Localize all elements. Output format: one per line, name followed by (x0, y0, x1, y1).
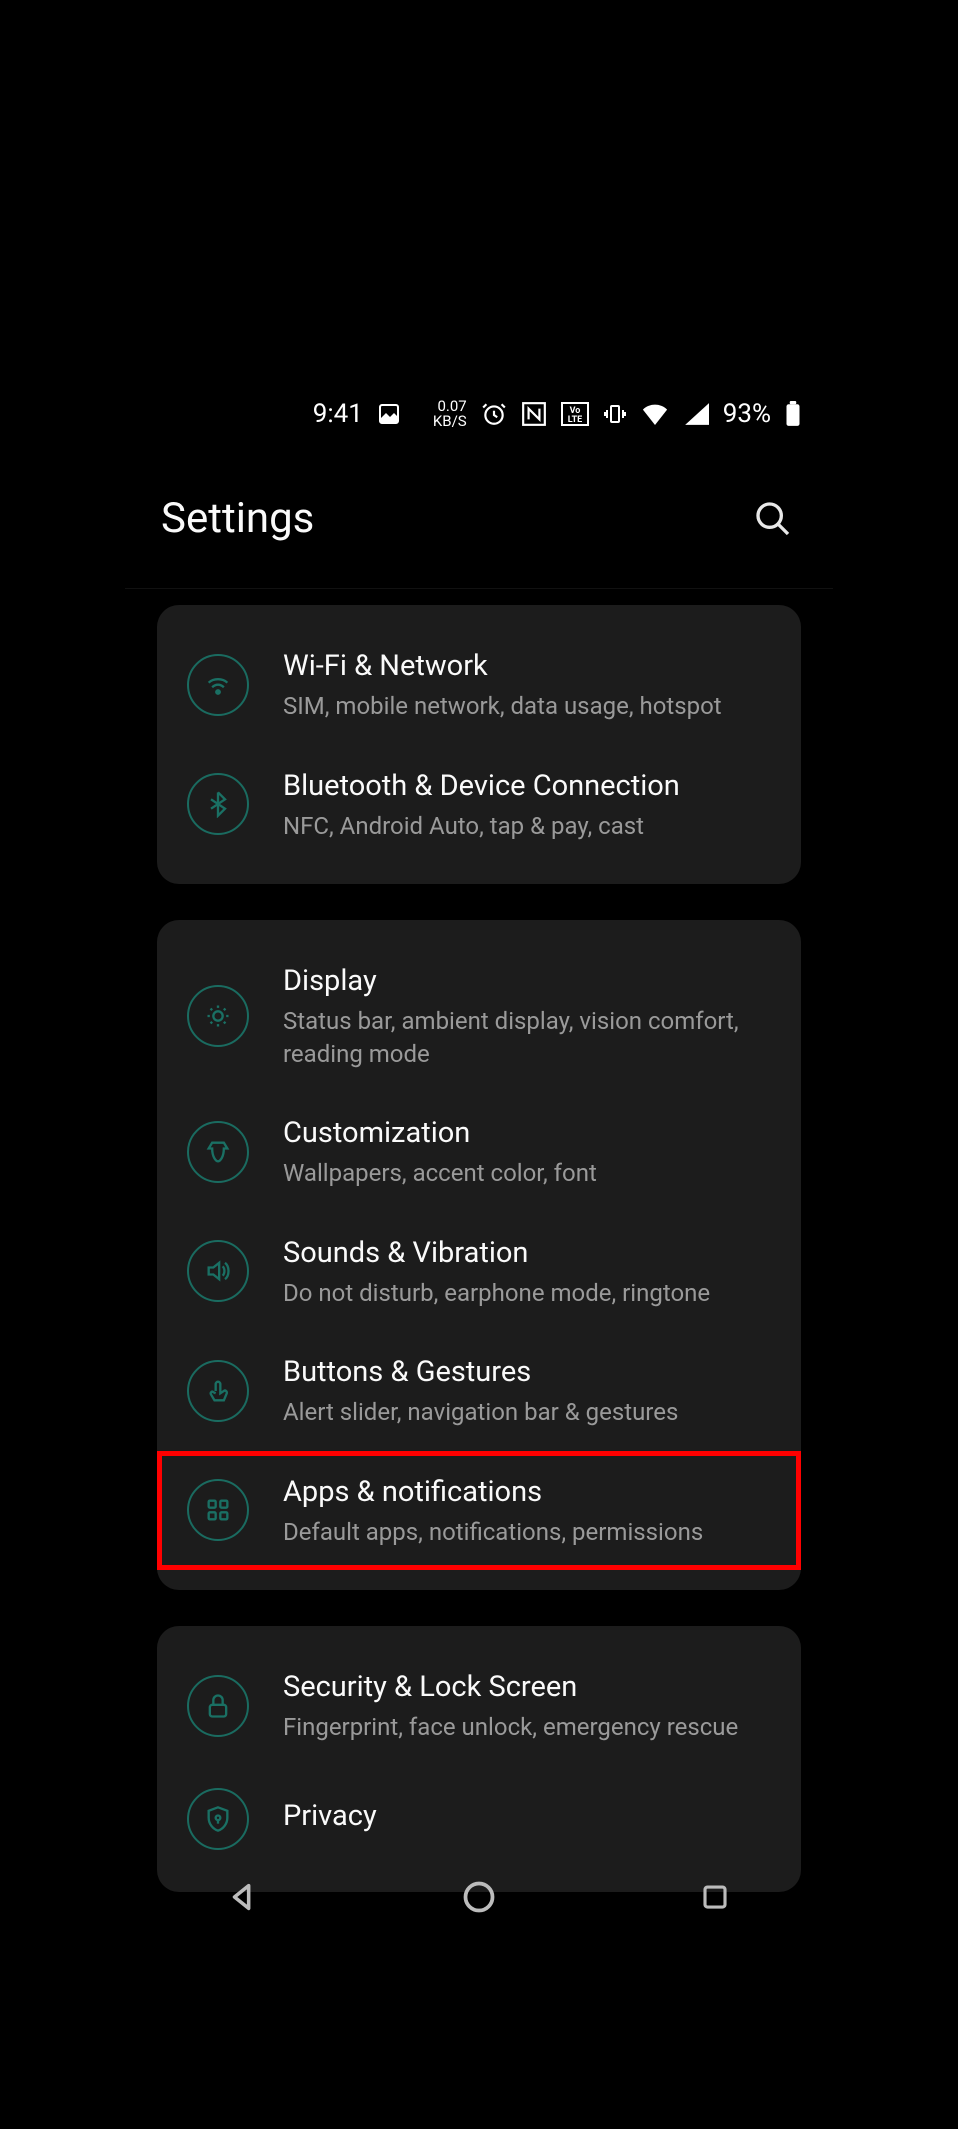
signal-icon: x (683, 403, 709, 425)
vibrate-icon (603, 402, 627, 426)
row-subtitle: Default apps, notifications, permissions (283, 1516, 771, 1548)
nav-home-button[interactable] (454, 1872, 504, 1922)
row-subtitle: Alert slider, navigation bar & gestures (283, 1396, 771, 1428)
page-title: Settings (161, 494, 314, 543)
row-subtitle: NFC, Android Auto, tap & pay, cast (283, 810, 771, 842)
svg-text:x: x (691, 404, 696, 415)
alarm-icon (481, 401, 507, 427)
settings-row-customization[interactable]: Customization Wallpapers, accent color, f… (157, 1092, 801, 1212)
nav-recent-button[interactable] (690, 1872, 740, 1922)
apps-icon (187, 1479, 249, 1541)
display-icon (187, 985, 249, 1047)
settings-content: Wi-Fi & Network SIM, mobile network, data… (125, 589, 833, 1928)
battery-percent: 93% (723, 399, 771, 429)
row-subtitle: Do not disturb, earphone mode, ringtone (283, 1277, 771, 1309)
settings-group: Wi-Fi & Network SIM, mobile network, data… (157, 605, 801, 884)
row-title: Privacy (283, 1797, 771, 1836)
wifi-icon (187, 654, 249, 716)
settings-row-sound[interactable]: Sounds & Vibration Do not disturb, earpho… (157, 1212, 801, 1332)
row-title: Customization (283, 1114, 771, 1153)
row-title: Security & Lock Screen (283, 1668, 771, 1707)
header: Settings (125, 449, 833, 589)
settings-row-gestures[interactable]: Buttons & Gestures Alert slider, navigati… (157, 1331, 801, 1451)
row-title: Buttons & Gestures (283, 1353, 771, 1392)
svg-text:LTE: LTE (567, 415, 582, 425)
row-title: Wi-Fi & Network (283, 647, 771, 686)
status-time: 9:41 (313, 399, 363, 429)
privacy-icon (187, 1788, 249, 1850)
phone-frame: 9:41 0.07 KB/S VoLTE x 93% (125, 379, 833, 1937)
settings-row-bluetooth[interactable]: Bluetooth & Device Connection NFC, Androi… (157, 745, 801, 865)
row-subtitle: Wallpapers, accent color, font (283, 1157, 771, 1189)
row-subtitle: SIM, mobile network, data usage, hotspot (283, 690, 771, 722)
row-title: Display (283, 962, 771, 1001)
settings-group: Display Status bar, ambient display, visi… (157, 920, 801, 1590)
settings-row-display[interactable]: Display Status bar, ambient display, visi… (157, 940, 801, 1092)
nav-back-button[interactable] (218, 1872, 268, 1922)
search-button[interactable] (749, 495, 797, 543)
row-title: Sounds & Vibration (283, 1234, 771, 1273)
row-title: Bluetooth & Device Connection (283, 767, 771, 806)
network-speed: 0.07 KB/S (433, 399, 467, 429)
row-subtitle: Status bar, ambient display, vision comf… (283, 1005, 771, 1070)
row-subtitle: Fingerprint, face unlock, emergency resc… (283, 1711, 771, 1743)
settings-row-privacy[interactable]: Privacy (157, 1766, 801, 1872)
image-icon (377, 402, 401, 426)
settings-row-wifi[interactable]: Wi-Fi & Network SIM, mobile network, data… (157, 625, 801, 745)
wifi-status-icon (641, 403, 669, 425)
customization-icon (187, 1121, 249, 1183)
lock-icon (187, 1675, 249, 1737)
sound-icon (187, 1240, 249, 1302)
status-bar: 9:41 0.07 KB/S VoLTE x 93% (125, 379, 833, 449)
bluetooth-icon (187, 773, 249, 835)
settings-group: Security & Lock Screen Fingerprint, face … (157, 1626, 801, 1892)
row-title: Apps & notifications (283, 1473, 771, 1512)
nfc-icon (521, 401, 547, 427)
settings-row-apps[interactable]: Apps & notifications Default apps, notifi… (157, 1451, 801, 1571)
battery-icon (785, 401, 801, 427)
volte-icon: VoLTE (561, 402, 589, 426)
settings-row-lock[interactable]: Security & Lock Screen Fingerprint, face … (157, 1646, 801, 1766)
nav-bar (125, 1857, 833, 1937)
gestures-icon (187, 1360, 249, 1422)
